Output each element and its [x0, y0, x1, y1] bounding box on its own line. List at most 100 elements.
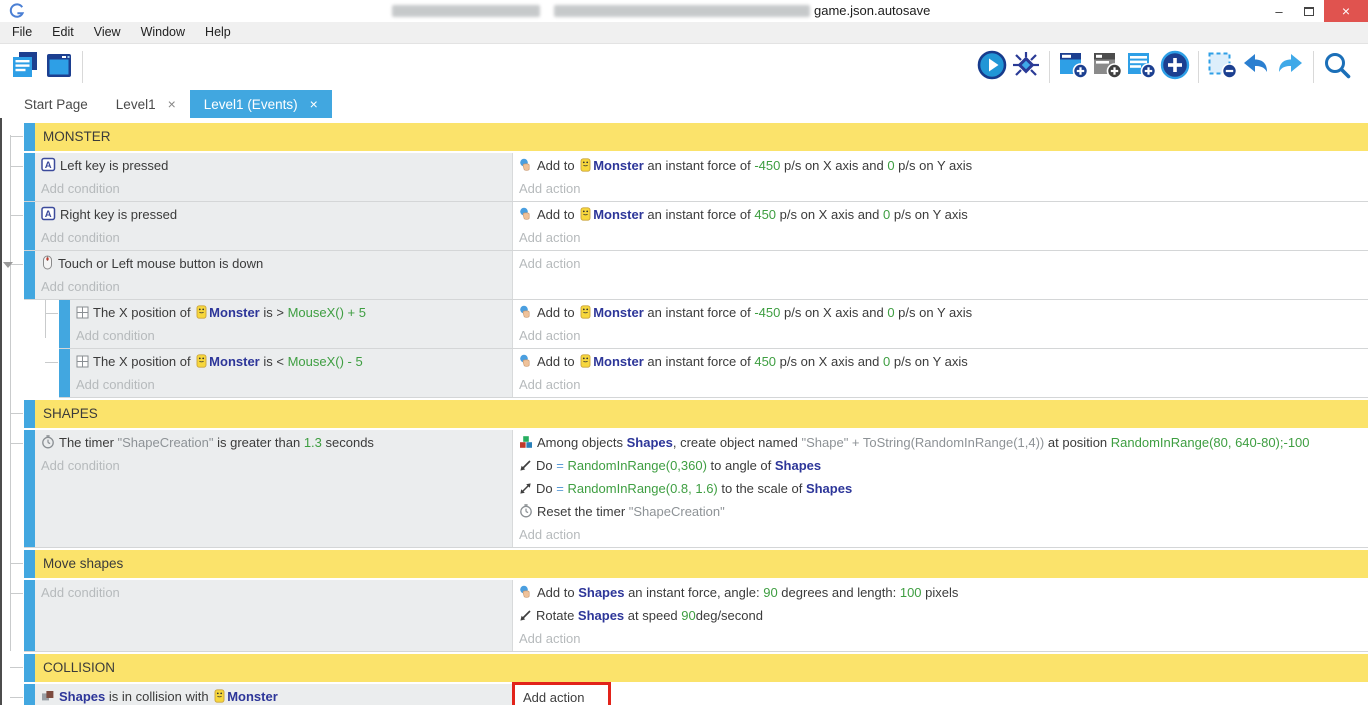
add-condition-link[interactable]: Add condition: [41, 455, 512, 476]
maximize-button[interactable]: [1294, 0, 1324, 22]
object-reference[interactable]: Shapes: [627, 435, 673, 450]
undo-button[interactable]: [1239, 50, 1273, 84]
add-action-link[interactable]: Add action: [519, 628, 1368, 649]
event-row[interactable]: The X position of Monster is < MouseX() …: [59, 349, 1368, 398]
tab-close-icon[interactable]: ×: [168, 96, 176, 112]
object-reference[interactable]: Monster: [194, 305, 260, 320]
menu-item-file[interactable]: File: [2, 22, 42, 43]
action[interactable]: Add to Monster an instant force of -450 …: [519, 155, 1368, 178]
event-handle[interactable]: [59, 349, 70, 397]
add-condition-link[interactable]: Add condition: [41, 276, 512, 297]
object-reference[interactable]: Shapes: [775, 458, 821, 473]
event-row[interactable]: Add condition Add to Shapes an instant fo…: [24, 580, 1368, 652]
project-manager-button[interactable]: [8, 50, 42, 84]
menu-item-view[interactable]: View: [84, 22, 131, 43]
object-reference[interactable]: Shapes: [806, 481, 852, 496]
event-handle[interactable]: [24, 430, 35, 547]
action[interactable]: Add to Monster an instant force of -450 …: [519, 302, 1368, 325]
condition[interactable]: Touch or Left mouse button is down: [41, 253, 512, 276]
condition[interactable]: ALeft key is pressed: [41, 155, 512, 178]
object-reference[interactable]: Monster: [578, 305, 644, 320]
event-handle[interactable]: [24, 251, 35, 299]
add-comment-button[interactable]: [1124, 50, 1158, 84]
tab-level1[interactable]: Level1×: [102, 90, 190, 118]
object-reference[interactable]: Monster: [212, 689, 278, 704]
minimize-button[interactable]: –: [1264, 0, 1294, 22]
condition[interactable]: Shapes is in collision with Monster: [41, 686, 512, 705]
event-handle[interactable]: [24, 580, 35, 651]
action[interactable]: Among objects Shapes, create object name…: [519, 432, 1368, 455]
object-reference[interactable]: Monster: [578, 354, 644, 369]
object-reference[interactable]: Monster: [194, 354, 260, 369]
event-handle[interactable]: [24, 684, 35, 705]
add-action-link[interactable]: Add action: [519, 686, 1368, 705]
add-condition-link[interactable]: Add condition: [41, 178, 512, 199]
event-row[interactable]: The X position of Monster is > MouseX() …: [59, 300, 1368, 349]
action[interactable]: Add to Shapes an instant force, angle: 9…: [519, 582, 1368, 605]
object-reference[interactable]: Shapes: [59, 689, 105, 704]
event-row[interactable]: ARight key is pressedAdd condition Add to…: [24, 202, 1368, 251]
event-handle[interactable]: [24, 400, 35, 428]
add-condition-link[interactable]: Add condition: [41, 227, 512, 248]
add-action-link[interactable]: Add action: [519, 325, 1368, 346]
add-action-link[interactable]: Add action: [519, 524, 1368, 545]
condition[interactable]: The X position of Monster is < MouseX() …: [76, 351, 512, 374]
play-button[interactable]: [975, 50, 1009, 84]
redo-button[interactable]: [1273, 50, 1307, 84]
menu-item-edit[interactable]: Edit: [42, 22, 84, 43]
object-reference[interactable]: Monster: [578, 207, 644, 222]
event-handle[interactable]: [59, 300, 70, 348]
menu-item-window[interactable]: Window: [131, 22, 195, 43]
action[interactable]: Add to Monster an instant force of 450 p…: [519, 351, 1368, 374]
action[interactable]: Rotate Shapes at speed 90deg/second: [519, 605, 1368, 628]
event-row[interactable]: The timer "ShapeCreation" is greater tha…: [24, 430, 1368, 548]
add-action-link[interactable]: Add action: [519, 178, 1368, 199]
add-condition-link[interactable]: Add condition: [76, 325, 512, 346]
add-action-link[interactable]: Add action: [519, 253, 1368, 274]
add-action-link[interactable]: Add action: [519, 374, 1368, 395]
add-event-button[interactable]: [1056, 50, 1090, 84]
action[interactable]: Do = RandomInRange(0.8, 1.6) to the scal…: [519, 478, 1368, 501]
tab-close-icon[interactable]: ×: [310, 96, 318, 112]
add-action-link[interactable]: Add action: [519, 227, 1368, 248]
add-condition-link[interactable]: Add condition: [76, 374, 512, 395]
collapse-arrow-icon[interactable]: [3, 262, 13, 268]
tab-level1-events-[interactable]: Level1 (Events)×: [190, 90, 332, 118]
comment-event[interactable]: COLLISION: [24, 654, 1368, 682]
tab-start-page[interactable]: Start Page: [10, 90, 102, 118]
event-handle[interactable]: [24, 123, 35, 151]
add-condition-link[interactable]: Add condition: [41, 582, 512, 603]
event-row[interactable]: Touch or Left mouse button is downAdd co…: [24, 251, 1368, 300]
debug-button[interactable]: [1009, 50, 1043, 84]
event-handle[interactable]: [24, 550, 35, 578]
object-reference[interactable]: Monster: [578, 158, 644, 173]
scene-editor-button[interactable]: [42, 50, 76, 84]
add-circle-button[interactable]: [1158, 50, 1192, 84]
condition[interactable]: The timer "ShapeCreation" is greater tha…: [41, 432, 512, 455]
action[interactable]: Do = RandomInRange(0,360) to angle of Sh…: [519, 455, 1368, 478]
add-subevent-button[interactable]: [1090, 50, 1124, 84]
search-button[interactable]: [1320, 50, 1354, 84]
text-segment: Add to: [537, 585, 578, 600]
text-segment: 0: [887, 158, 894, 173]
object-reference[interactable]: Shapes: [578, 585, 624, 600]
action[interactable]: Reset the timer "ShapeCreation": [519, 501, 1368, 524]
object-reference[interactable]: Shapes: [578, 608, 624, 623]
condition[interactable]: ARight key is pressed: [41, 204, 512, 227]
action[interactable]: Add to Monster an instant force of 450 p…: [519, 204, 1368, 227]
condition[interactable]: The X position of Monster is > MouseX() …: [76, 302, 512, 325]
title-bar[interactable]: game.json.autosave –×: [0, 0, 1368, 22]
delete-event-button[interactable]: [1205, 50, 1239, 84]
event-handle[interactable]: [24, 202, 35, 250]
event-handle[interactable]: [24, 153, 35, 201]
highlighted-add-action[interactable]: Add action: [512, 682, 611, 705]
comment-event[interactable]: Move shapes: [24, 550, 1368, 578]
text-segment: =: [556, 458, 564, 473]
close-button[interactable]: ×: [1324, 0, 1368, 22]
event-row[interactable]: Shapes is in collision with MonsterAdd c…: [24, 684, 1368, 705]
menu-item-help[interactable]: Help: [195, 22, 241, 43]
event-row[interactable]: ALeft key is pressedAdd condition Add to …: [24, 153, 1368, 202]
event-handle[interactable]: [24, 654, 35, 682]
comment-event[interactable]: MONSTER: [24, 123, 1368, 151]
comment-event[interactable]: SHAPES: [24, 400, 1368, 428]
